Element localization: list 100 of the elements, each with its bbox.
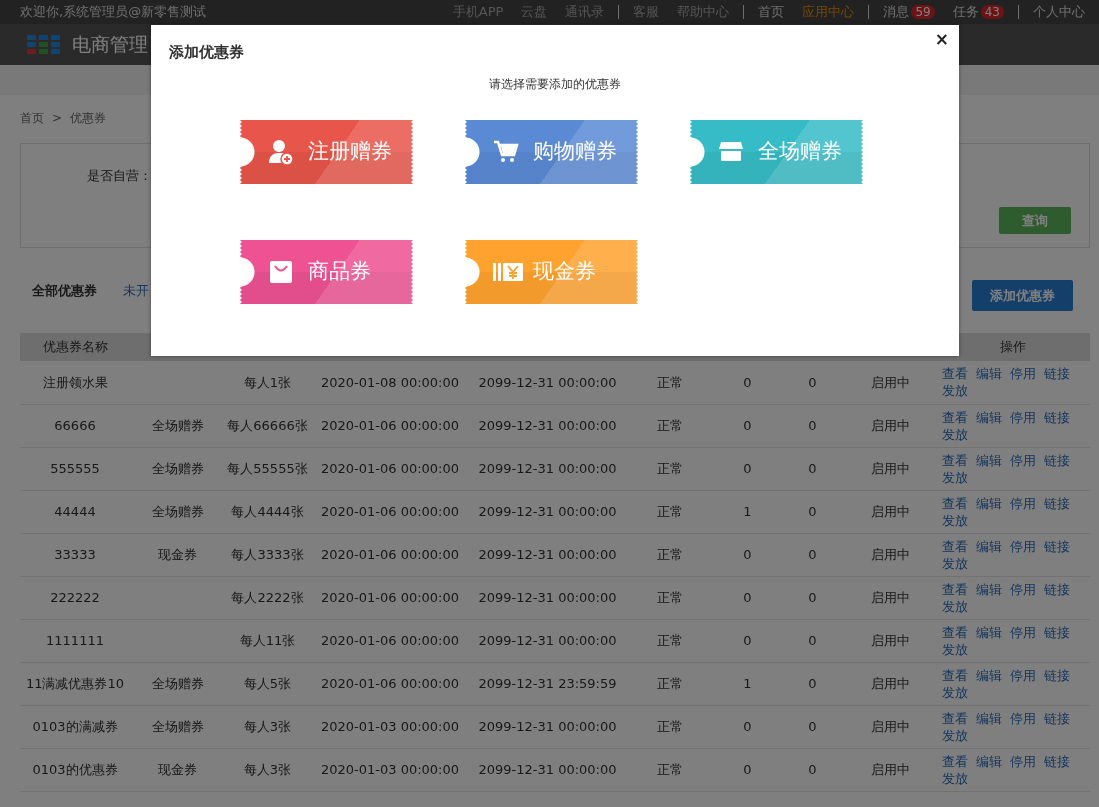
- action-link[interactable]: 链接: [1044, 408, 1070, 426]
- table-cell: 2099-12-31 00:00:00: [470, 705, 625, 748]
- action-link[interactable]: 链接: [1044, 623, 1070, 641]
- action-link[interactable]: 发放: [942, 425, 968, 443]
- action-link[interactable]: 链接: [1044, 365, 1070, 383]
- coupon-button[interactable]: 购物赠券: [465, 120, 638, 184]
- table-cell: 启用中: [845, 447, 935, 490]
- table-cell: 全场赠券: [130, 705, 225, 748]
- action-link[interactable]: 发放: [942, 597, 968, 615]
- action-link[interactable]: 编辑: [976, 580, 1002, 598]
- action-link[interactable]: 链接: [1044, 709, 1070, 727]
- action-link[interactable]: 编辑: [976, 752, 1002, 770]
- breadcrumb-link[interactable]: 首页: [20, 109, 44, 143]
- action-link[interactable]: 查看: [942, 365, 968, 383]
- action-link[interactable]: 编辑: [976, 666, 1002, 684]
- action-link[interactable]: 链接: [1044, 451, 1070, 469]
- action-link[interactable]: 停用: [1010, 709, 1036, 727]
- action-link[interactable]: 链接: [1044, 580, 1070, 598]
- action-link[interactable]: 编辑: [976, 408, 1002, 426]
- table-cell: 11满减优惠券10: [20, 662, 130, 705]
- table-cell: 正常: [625, 576, 715, 619]
- table-cell: 启用中: [845, 748, 935, 791]
- table-cell: 正常: [625, 490, 715, 533]
- table-cell: 0: [780, 361, 845, 404]
- action-link[interactable]: 查看: [942, 752, 968, 770]
- top-nav-link[interactable]: 任务: [952, 4, 979, 19]
- action-link[interactable]: 发放: [942, 769, 968, 787]
- table-cell: 2020-01-06 00:00:00: [310, 576, 470, 619]
- table-cell: 0: [780, 748, 845, 791]
- add-coupon-button[interactable]: 添加优惠券: [972, 280, 1073, 311]
- action-link[interactable]: 发放: [942, 554, 968, 572]
- action-link[interactable]: 编辑: [976, 623, 1002, 641]
- coupon-button[interactable]: 商品券: [240, 240, 413, 304]
- action-link[interactable]: 停用: [1010, 623, 1036, 641]
- action-link[interactable]: 查看: [942, 494, 968, 512]
- action-link[interactable]: 查看: [942, 537, 968, 555]
- action-link[interactable]: 编辑: [976, 709, 1002, 727]
- table-cell: 每人55555张: [225, 447, 310, 490]
- table-cell: 0: [780, 619, 845, 662]
- table-cell: 2099-12-31 00:00:00: [470, 490, 625, 533]
- table-cell: 222222: [20, 576, 130, 619]
- action-link[interactable]: 发放: [942, 468, 968, 486]
- top-nav-link[interactable]: 个人中心: [1033, 5, 1085, 19]
- action-link[interactable]: 停用: [1010, 494, 1036, 512]
- query-button[interactable]: 查询: [999, 207, 1071, 234]
- top-nav-link[interactable]: 应用中心: [802, 5, 855, 19]
- action-link[interactable]: 链接: [1044, 494, 1070, 512]
- table-cell: 2020-01-06 00:00:00: [310, 662, 470, 705]
- action-link[interactable]: 编辑: [976, 537, 1002, 555]
- table-cell: 正常: [625, 361, 715, 404]
- welcome-text: 欢迎你,系统管理员@新零售测试: [20, 3, 207, 22]
- top-nav-link[interactable]: 首页: [758, 5, 785, 19]
- table-cell: 启用中: [845, 490, 935, 533]
- close-button[interactable]: ×: [932, 27, 951, 53]
- coupon-button[interactable]: 全场赠券: [690, 120, 863, 184]
- action-link[interactable]: 编辑: [976, 365, 1002, 383]
- coupon-button[interactable]: 注册赠券: [240, 120, 413, 184]
- action-link[interactable]: 链接: [1044, 666, 1070, 684]
- table-cell: 2020-01-06 00:00:00: [310, 533, 470, 576]
- coupon-button[interactable]: 现金券: [465, 240, 638, 304]
- table-cell: 0: [715, 576, 780, 619]
- action-link[interactable]: 查看: [942, 709, 968, 727]
- table-cell: 2099-12-31 00:00:00: [470, 533, 625, 576]
- action-link[interactable]: 停用: [1010, 451, 1036, 469]
- action-link[interactable]: 发放: [942, 640, 968, 658]
- tab[interactable]: 未开: [123, 280, 149, 301]
- table-cell: 0: [780, 533, 845, 576]
- filter-label: 是否自营：: [87, 168, 152, 183]
- table-cell: 启用中: [845, 619, 935, 662]
- action-link[interactable]: 停用: [1010, 537, 1036, 555]
- action-link[interactable]: 查看: [942, 623, 968, 641]
- table-cell: 2020-01-06 00:00:00: [310, 447, 470, 490]
- tab[interactable]: 全部优惠券: [32, 280, 97, 301]
- action-link[interactable]: 停用: [1010, 408, 1036, 426]
- table-cell: 注册领水果: [20, 361, 130, 404]
- action-link[interactable]: 查看: [942, 451, 968, 469]
- action-link[interactable]: 停用: [1010, 752, 1036, 770]
- action-link[interactable]: 停用: [1010, 666, 1036, 684]
- action-link[interactable]: 链接: [1044, 537, 1070, 555]
- action-link[interactable]: 链接: [1044, 752, 1070, 770]
- action-link[interactable]: 编辑: [976, 451, 1002, 469]
- action-link[interactable]: 查看: [942, 580, 968, 598]
- action-link[interactable]: 发放: [942, 511, 968, 529]
- action-link[interactable]: 发放: [942, 382, 968, 400]
- table-cell: 2020-01-06 00:00:00: [310, 490, 470, 533]
- action-link[interactable]: 查看: [942, 408, 968, 426]
- action-link[interactable]: 编辑: [976, 494, 1002, 512]
- table-cell: 1111111: [20, 619, 130, 662]
- table-cell: 0103的优惠券: [20, 748, 130, 791]
- action-link[interactable]: 发放: [942, 726, 968, 744]
- table-cell: 1: [715, 490, 780, 533]
- action-link[interactable]: 发放: [942, 683, 968, 701]
- table-cell: 每人66666张: [225, 404, 310, 447]
- action-link[interactable]: 查看: [942, 666, 968, 684]
- table-cell: 每人3张: [225, 705, 310, 748]
- top-nav-link[interactable]: 消息: [883, 4, 910, 19]
- action-link[interactable]: 停用: [1010, 365, 1036, 383]
- table-cell: 每人1张: [225, 361, 310, 404]
- action-link[interactable]: 停用: [1010, 580, 1036, 598]
- table-cell: 正常: [625, 533, 715, 576]
